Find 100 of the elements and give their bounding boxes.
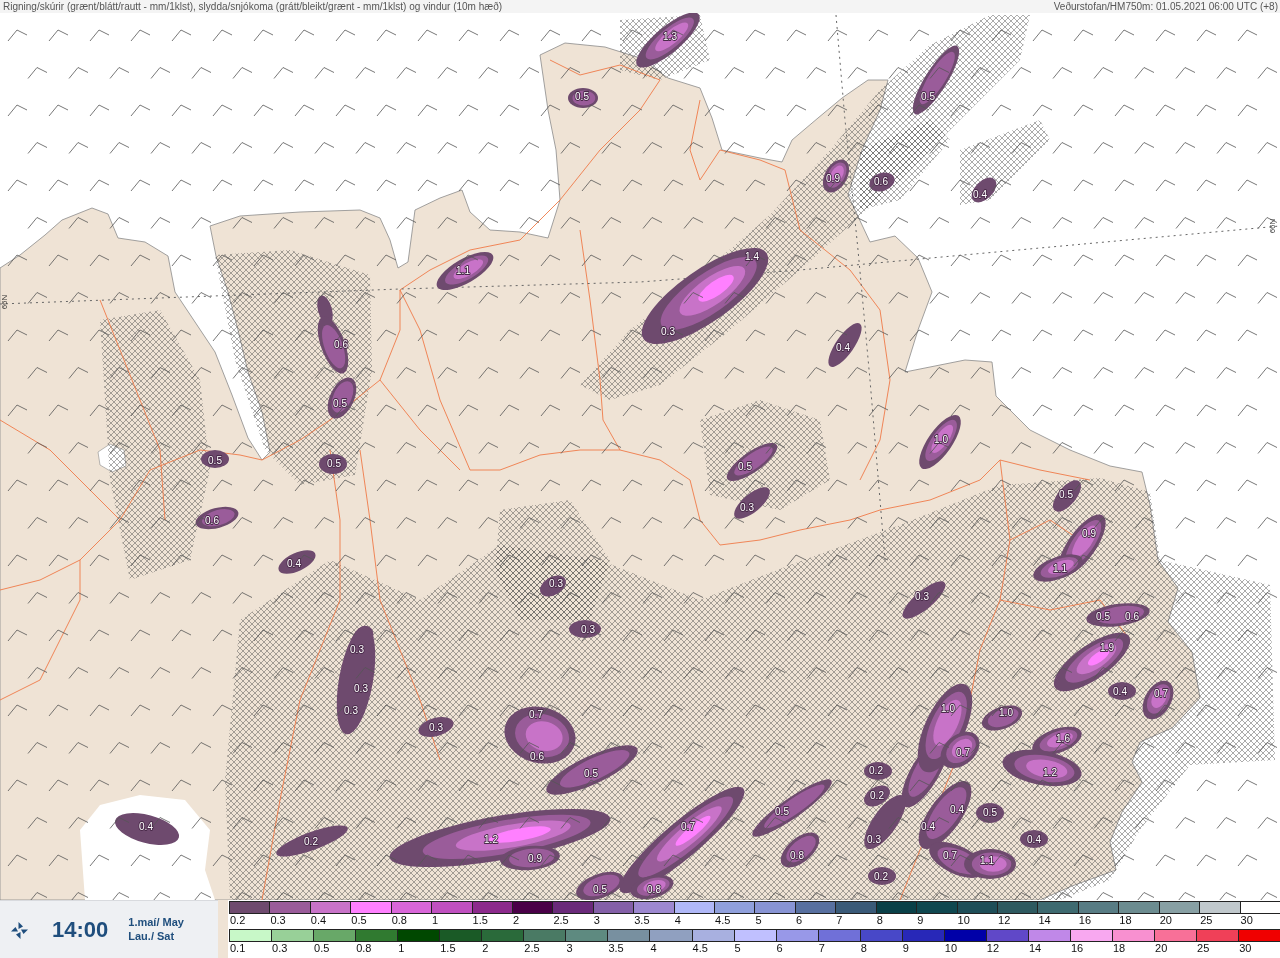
legend-label: 4.5 xyxy=(691,942,709,955)
precipitation-value: 0.6 xyxy=(874,175,888,187)
precipitation-value: 0.5 xyxy=(333,397,347,409)
precipitation-value: 0.5 xyxy=(327,457,341,469)
date-label: 1.maí/ May xyxy=(128,914,184,929)
precipitation-area xyxy=(418,717,454,737)
legend-label: 7 xyxy=(817,942,826,955)
precipitation-value: 0.4 xyxy=(950,803,964,815)
precipitation-value: 0.5 xyxy=(593,883,607,895)
precipitation-value: 0.5 xyxy=(584,767,598,779)
legend-label: 0.5 xyxy=(313,942,331,955)
precipitation-value: 0.4 xyxy=(139,820,153,832)
weekday-label: Lau./ Sat xyxy=(128,928,176,943)
legend-label: 0.3 xyxy=(269,914,287,927)
precipitation-value: 0.5 xyxy=(208,454,222,466)
legend-label: 14 xyxy=(1027,942,1043,955)
precipitation-value: 1.2 xyxy=(1043,766,1057,778)
precipitation-value: 0.5 xyxy=(1096,610,1110,622)
legend-label: 20 xyxy=(1154,942,1169,955)
precipitation-area xyxy=(114,813,180,845)
legend-label: 18 xyxy=(1112,942,1127,955)
precipitation-value: 0.3 xyxy=(429,721,443,733)
precipitation-value: 0.5 xyxy=(921,90,935,102)
legend-label: 9 xyxy=(901,942,910,955)
precipitation-value: 0.5 xyxy=(983,806,997,818)
time-label: 14:00 xyxy=(52,916,109,943)
legend-label: 5 xyxy=(733,942,742,955)
precipitation-value: 0.3 xyxy=(581,623,595,635)
precipitation-area xyxy=(636,13,700,68)
precipitation-value: 1.9 xyxy=(1100,641,1114,653)
precipitation-value: 0.7 xyxy=(681,820,695,832)
precipitation-value: 0.7 xyxy=(956,746,970,758)
precipitation-value: 0.6 xyxy=(530,750,544,762)
precipitation-area xyxy=(868,867,896,885)
legend-label: 7 xyxy=(835,914,844,927)
precipitation-area xyxy=(278,550,316,574)
legend-label: 2 xyxy=(481,942,490,955)
precipitation-value: 1.2 xyxy=(484,833,498,845)
precipitation-area xyxy=(201,450,229,468)
precipitation-area xyxy=(569,620,601,638)
precipitation-value: 1.4 xyxy=(745,250,759,262)
precipitation-area xyxy=(902,581,946,619)
legend-label: 0.2 xyxy=(229,914,247,927)
precipitation-value: 1.1 xyxy=(456,264,470,276)
precipitation-area xyxy=(195,506,239,530)
legend-label: 14 xyxy=(1037,914,1052,927)
legend-label: 1 xyxy=(397,942,406,955)
precipitation-value: 0.8 xyxy=(647,883,661,895)
precipitation-area xyxy=(1053,480,1081,512)
map-title: Rigning/skúrir (grænt/blátt/rautt - mm/1klst), slydda/snjókoma (grátt/bleikt/grænt - mm/1klst) og vindur (10m hæð) xyxy=(3,0,503,13)
precipitation-area xyxy=(327,377,357,419)
precipitation-value: 0.4 xyxy=(836,341,850,353)
precipitation-value: 0.2 xyxy=(869,764,883,776)
legend-label: 4 xyxy=(649,942,658,955)
legend-label: 20 xyxy=(1158,914,1173,927)
precipitation-value: 1.6 xyxy=(1056,732,1070,744)
legend-label: 3 xyxy=(592,914,601,927)
precipitation-area xyxy=(726,442,778,482)
precipitation-area xyxy=(319,454,347,474)
precipitation-value: 0.3 xyxy=(740,501,754,513)
precipitation-value: 1.0 xyxy=(941,702,955,714)
legend-label: 0.3 xyxy=(271,942,289,955)
legend-label: 10 xyxy=(943,942,959,955)
legend-label: 2 xyxy=(511,914,521,927)
legend-label: 1.5 xyxy=(439,942,457,955)
precipitation-value: 1.0 xyxy=(999,706,1013,718)
precipitation-value: 0.2 xyxy=(874,870,888,882)
legend-label: 12 xyxy=(997,914,1012,927)
precipitation-value: 1.1 xyxy=(1053,562,1067,574)
precipitation-value: 0.2 xyxy=(304,835,318,847)
precipitation-area xyxy=(828,323,862,367)
legend-label: 1.5 xyxy=(471,914,489,927)
precipitation-value: 0.7 xyxy=(529,708,543,720)
legend-label: 12 xyxy=(985,942,1001,955)
legend-label: 0.8 xyxy=(355,942,373,955)
precipitation-value: 0.3 xyxy=(549,577,563,589)
legend-label: 6 xyxy=(794,914,804,927)
legend-label: 3.5 xyxy=(607,942,625,955)
legend-label: 5 xyxy=(754,914,763,927)
legend-label: 8 xyxy=(859,942,868,955)
precipitation-area xyxy=(276,825,348,857)
precipitation-value: 0.7 xyxy=(943,849,957,861)
model-run-info: Veðurstofan/HM750m: 01.05.2021 06:00 UTC (+8) xyxy=(1053,0,1278,13)
precipitation-value: 1.0 xyxy=(934,433,948,445)
legend-label: 8 xyxy=(875,914,884,927)
legend-label: 16 xyxy=(1077,914,1093,927)
precipitation-area xyxy=(1020,830,1048,848)
legend-label: 3 xyxy=(565,942,574,955)
precipitation-area xyxy=(869,172,895,192)
legend-label: 0.8 xyxy=(390,914,408,927)
precipitation-value: 0.3 xyxy=(661,325,675,337)
legend-label: 2.5 xyxy=(523,942,541,955)
precipitation-value: 0.6 xyxy=(205,514,219,526)
precipitation-area xyxy=(976,803,1004,823)
precipitation-value: 1.1 xyxy=(980,854,994,866)
precipitation-value: 0.4 xyxy=(1027,833,1041,845)
latitude-label: 66N xyxy=(1268,218,1277,234)
precipitation-value: 1.3 xyxy=(663,30,677,42)
precipitation-value: 0.4 xyxy=(921,820,935,832)
precipitation-value: 0.4 xyxy=(973,188,987,200)
